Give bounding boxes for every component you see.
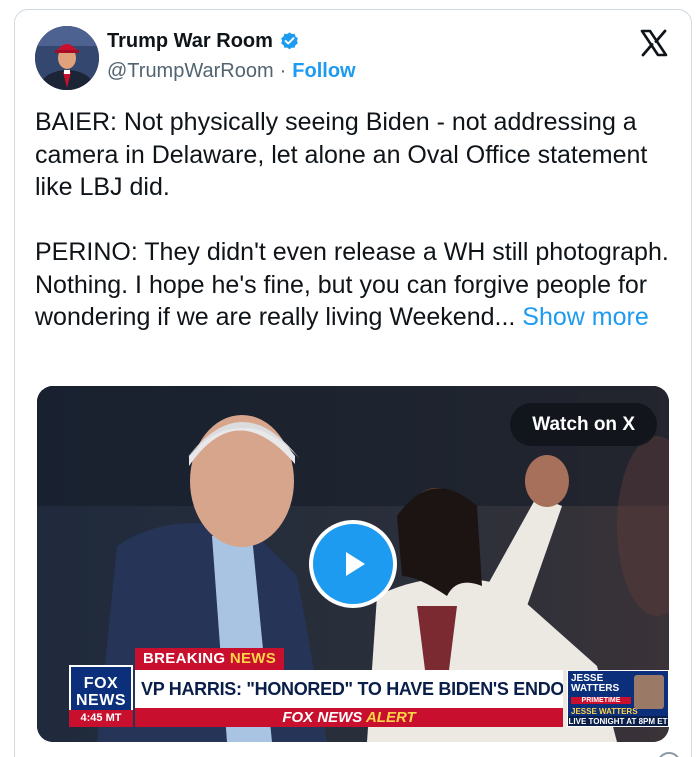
follow-button[interactable]: Follow xyxy=(292,60,355,83)
tweet-card[interactable]: Trump War Room @TrumpWarRoom · Follow BA… xyxy=(14,9,692,757)
watch-on-x-button[interactable]: Watch on X xyxy=(510,403,657,446)
x-logo-icon[interactable] xyxy=(639,28,669,58)
breaking-news-tag: BREAKING NEWS xyxy=(135,648,285,670)
tweet-text: BAIER: Not physically seeing Biden - not… xyxy=(35,106,675,334)
show-more-link[interactable]: Show more xyxy=(522,303,648,331)
alert-prefix: FOX NEWS xyxy=(282,709,363,726)
promo-name: JESSE WATTERS xyxy=(571,673,620,694)
info-icon[interactable] xyxy=(657,752,681,757)
promo-live: LIVE TONIGHT AT 8PM ET xyxy=(568,716,668,726)
play-button[interactable] xyxy=(309,520,397,608)
host-photo xyxy=(634,675,664,709)
logo-bottom-text: NEWS xyxy=(76,692,126,709)
alert-bar: FOX NEWS ALERT xyxy=(135,708,563,727)
author-handle[interactable]: @TrumpWarRoom xyxy=(107,60,274,83)
verified-badge-icon xyxy=(279,31,300,52)
show-promo: JESSE WATTERS PRIMETIME JESSE WATTERS LI… xyxy=(567,670,669,727)
news-word: NEWS xyxy=(229,650,277,667)
promo-show: PRIMETIME xyxy=(571,697,631,704)
news-chyron: FOX NEWS 4:45 MT BREAKING NEWS VP HARRIS… xyxy=(69,648,669,728)
tweet-body: BAIER: Not physically seeing Biden - not… xyxy=(35,108,669,331)
author-avatar[interactable] xyxy=(35,26,99,90)
author-display-name[interactable]: Trump War Room xyxy=(107,30,273,53)
video-player[interactable]: Watch on X FOX NEWS 4:45 MT BREAKING NEW… xyxy=(37,386,669,742)
promo-host: JESSE WATTERS xyxy=(571,707,638,716)
handle-separator: · xyxy=(279,60,287,82)
chyron-headline: VP HARRIS: "HONORED" TO HAVE BIDEN'S END… xyxy=(135,670,563,708)
play-icon xyxy=(346,552,365,576)
breaking-word: BREAKING xyxy=(143,650,226,667)
logo-top-text: FOX xyxy=(83,675,119,692)
alert-word: ALERT xyxy=(365,709,416,726)
broadcast-time: 4:45 MT xyxy=(69,710,133,727)
